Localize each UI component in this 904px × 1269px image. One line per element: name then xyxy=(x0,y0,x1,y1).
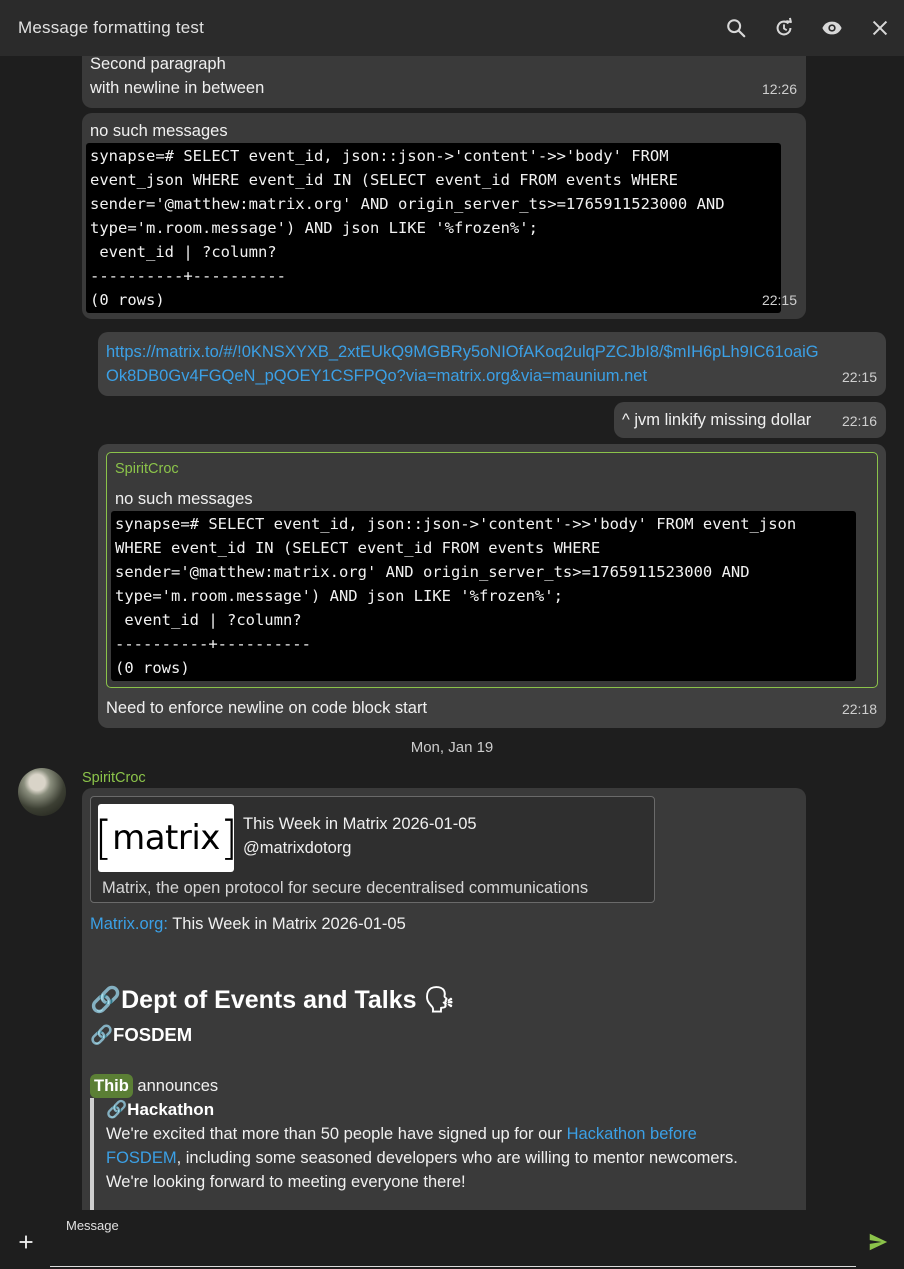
code-block: synapse=# SELECT event_id, json::json->'… xyxy=(111,511,856,681)
message-input[interactable] xyxy=(50,1210,856,1267)
message-input-label: Message xyxy=(66,1218,119,1233)
message-text: no such messages xyxy=(90,122,228,140)
message-timeline[interactable]: Second paragraph with newline in between… xyxy=(0,56,904,1210)
plus-icon xyxy=(19,1235,33,1249)
message-bubble[interactable]: no such messages synapse=# SELECT event_… xyxy=(82,113,806,319)
message-text: with newline in between xyxy=(90,79,265,97)
user-pill[interactable]: Thib xyxy=(90,1074,133,1098)
message-text: Matrix.org: This Week in Matrix 2026-01-… xyxy=(90,915,406,933)
preview-description: Matrix, the open protocol for secure dec… xyxy=(102,879,589,897)
search-icon[interactable] xyxy=(712,0,760,56)
blockquote-bar xyxy=(90,1098,94,1210)
avatar[interactable] xyxy=(18,768,66,816)
message-timestamp: 22:15 xyxy=(841,369,877,385)
room-title: Message formatting test xyxy=(18,18,205,37)
message-link[interactable]: Matrix.org: xyxy=(90,915,168,933)
send-icon xyxy=(869,1233,888,1251)
room-header: Message formatting test xyxy=(0,0,904,56)
message-timestamp: 22:18 xyxy=(841,701,877,717)
heading-fosdem: 🔗FOSDEM xyxy=(90,1024,193,1045)
composer: Message xyxy=(0,1210,904,1269)
sender-name[interactable]: SpiritCroc xyxy=(82,766,146,790)
preview-title: This Week in Matrix 2026-01-05 xyxy=(243,815,477,833)
message-text: Second paragraph xyxy=(90,56,226,73)
message-link[interactable]: Hackathon before xyxy=(567,1125,697,1143)
message-timestamp: 22:16 xyxy=(841,413,877,429)
message-text: We're excited that more than 50 people h… xyxy=(106,1125,697,1143)
history-icon[interactable] xyxy=(760,0,808,56)
message-text: Need to enforce newline on code block st… xyxy=(106,699,428,717)
add-attachment-button[interactable] xyxy=(2,1218,50,1266)
message-bubble[interactable]: https://matrix.to/#/!0KNSXYXB_2xtEUkQ9MG… xyxy=(98,332,886,396)
message-text: Thib announces xyxy=(90,1074,218,1098)
day-separator: Mon, Jan 19 xyxy=(410,739,494,756)
url-preview-card[interactable]: [matrix] This Week in Matrix 2026-01-05 … xyxy=(90,796,655,903)
heading-hackathon: 🔗Hackathon xyxy=(106,1100,215,1119)
reply-quote[interactable]: SpiritCroc no such messages synapse=# SE… xyxy=(106,452,878,688)
send-button[interactable] xyxy=(854,1218,902,1266)
message-link[interactable]: FOSDEM xyxy=(106,1149,177,1167)
message-link[interactable]: https://matrix.to/#/!0KNSXYXB_2xtEUkQ9MG… xyxy=(106,340,819,364)
message-bubble[interactable]: [matrix] This Week in Matrix 2026-01-05 … xyxy=(82,788,806,1210)
code-block: synapse=# SELECT event_id, json::json->'… xyxy=(86,143,781,313)
message-text: FOSDEM, including some seasoned develope… xyxy=(106,1149,738,1167)
eye-icon[interactable] xyxy=(808,0,856,56)
message-timestamp: 12:26 xyxy=(761,81,797,97)
message-timestamp: 22:15 xyxy=(761,292,797,308)
quote-sender-name: SpiritCroc xyxy=(115,461,179,477)
preview-site: @matrixdotorg xyxy=(243,839,352,857)
message-text: ^ jvm linkify missing dollar xyxy=(622,411,812,429)
close-icon[interactable] xyxy=(856,0,904,56)
matrix-logo: [matrix] xyxy=(95,804,238,872)
message-bubble[interactable]: ^ jvm linkify missing dollar 22:16 xyxy=(614,402,886,438)
message-link[interactable]: Ok8DB0Gv4FGQeN_pQOEY1CSFPQo?via=matrix.o… xyxy=(106,364,647,388)
message-text: We're looking forward to meeting everyon… xyxy=(106,1173,466,1191)
heading-events-and-talks: 🔗Dept of Events and Talks 🗣 xyxy=(90,986,456,1014)
message-bubble[interactable]: Second paragraph with newline in between… xyxy=(82,56,806,108)
message-text: no such messages xyxy=(115,490,253,508)
message-bubble[interactable]: SpiritCroc no such messages synapse=# SE… xyxy=(98,444,886,728)
